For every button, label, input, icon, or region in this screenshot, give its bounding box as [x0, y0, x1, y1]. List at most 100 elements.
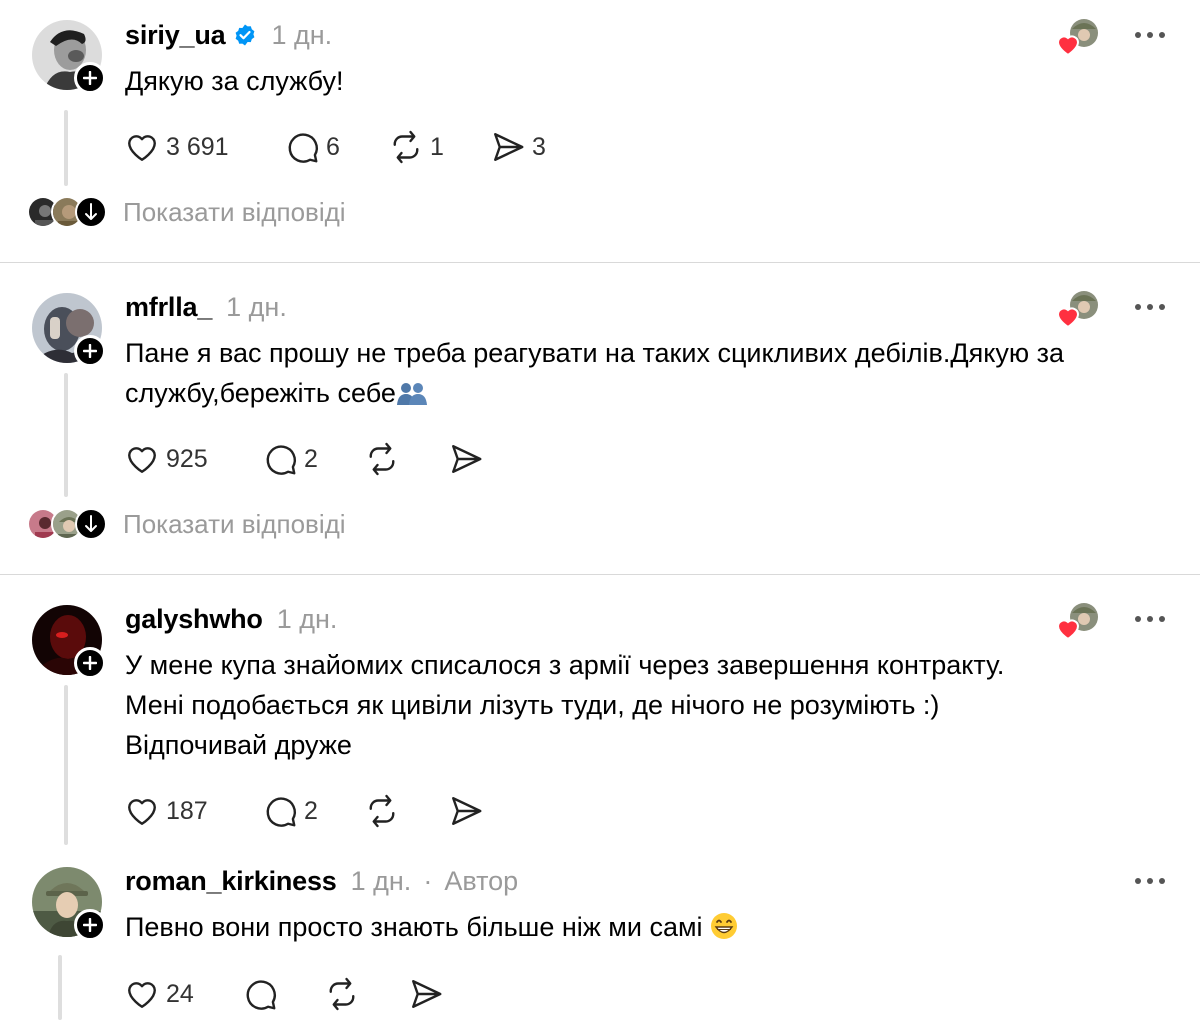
username[interactable]: galyshwho	[125, 604, 263, 635]
share-button[interactable]	[448, 791, 508, 831]
repost-icon	[393, 130, 419, 164]
post-time: 1 дн.	[271, 19, 333, 50]
repost-icon	[369, 442, 395, 476]
share-icon	[412, 980, 442, 1008]
avatar-wrap[interactable]	[32, 867, 106, 941]
post-text-line: Пане я вас прошу не треба реагувати на т…	[125, 338, 1065, 368]
thread-line	[64, 685, 68, 845]
like-count: 3 691	[166, 132, 229, 161]
share-button[interactable]	[448, 439, 508, 479]
repost-button[interactable]: 1	[388, 127, 490, 167]
follow-plus-icon	[83, 918, 97, 932]
post-actions: 24	[124, 974, 468, 1014]
follow-button[interactable]	[74, 62, 106, 94]
comment-icon	[246, 980, 276, 1010]
like-count: 24	[166, 979, 194, 1008]
like-button[interactable]: 187	[124, 791, 262, 831]
post-siriy-ua: siriy_ua 1 дн. Дякую за службу! 3 691 6 …	[0, 0, 1200, 262]
avatar-wrap[interactable]	[32, 605, 106, 679]
post-text: Дякую за службу!	[125, 66, 344, 96]
heart-icon	[128, 799, 156, 825]
post-time: 1 дн.	[276, 603, 338, 634]
show-replies-row[interactable]: Показати відповіді	[27, 195, 346, 229]
heart-icon	[128, 447, 156, 473]
show-replies-link[interactable]: Показати відповіді	[123, 197, 346, 228]
username[interactable]: roman_kirkiness	[125, 866, 337, 897]
liked-by-author	[1052, 289, 1100, 329]
comment-button[interactable]: 6	[284, 127, 388, 167]
liked-by-author	[1052, 601, 1100, 641]
comment-count: 2	[304, 796, 318, 825]
comment-button[interactable]: 2	[262, 439, 364, 479]
post-actions: 187 2	[124, 791, 508, 831]
repost-button[interactable]	[364, 791, 448, 831]
post-text: У мене купа знайомих списалося з армії ч…	[125, 645, 1175, 765]
share-button[interactable]	[408, 974, 468, 1014]
thread-line	[64, 373, 68, 497]
show-replies-row[interactable]: Показати відповіді	[27, 507, 346, 541]
comment-icon	[266, 797, 296, 827]
follow-plus-icon	[83, 71, 97, 85]
people-emoji-icon	[396, 383, 427, 405]
post-text: Певно вони просто знають більше ніж ми с…	[125, 907, 1175, 947]
follow-plus-icon	[83, 344, 97, 358]
author-avatar	[1056, 291, 1098, 329]
comment-button[interactable]	[242, 974, 324, 1014]
comment-count: 6	[326, 132, 340, 161]
comment-count: 2	[304, 444, 318, 473]
heart-icon	[128, 982, 156, 1008]
repost-button[interactable]	[364, 439, 448, 479]
like-count: 187	[166, 796, 208, 825]
post-text-line: У мене купа знайомих списалося з армії ч…	[125, 650, 1005, 680]
expand-replies-icon	[75, 196, 107, 228]
more-icon[interactable]	[1132, 25, 1168, 45]
post-text-line: Відпочивай друже	[125, 730, 352, 760]
post-text-content: Певно вони просто знають більше ніж ми с…	[125, 912, 703, 942]
avatar-wrap[interactable]	[32, 20, 106, 94]
share-icon	[452, 797, 482, 825]
post-actions: 3 691 6 1 3	[124, 127, 570, 167]
repost-icon	[369, 794, 395, 828]
post-galyshwho: galyshwho 1 дн. У мене купа знайомих спи…	[0, 575, 1200, 845]
share-button[interactable]: 3	[490, 127, 570, 167]
author-avatar	[1056, 603, 1098, 641]
post-time: 1 дн.	[226, 291, 287, 322]
author-label: Автор	[444, 865, 519, 896]
repost-button[interactable]	[324, 974, 408, 1014]
post-actions: 925 2	[124, 439, 508, 479]
like-button[interactable]: 24	[124, 974, 242, 1014]
repost-count: 1	[430, 132, 444, 161]
post-header: mfrlla_ 1 дн.	[125, 289, 287, 325]
follow-button[interactable]	[74, 909, 106, 941]
follow-button[interactable]	[74, 335, 106, 367]
more-icon[interactable]	[1132, 871, 1168, 891]
username[interactable]: siriy_ua	[125, 20, 226, 51]
post-header: galyshwho 1 дн.	[125, 601, 337, 637]
username[interactable]: mfrlla_	[125, 292, 212, 323]
show-replies-link[interactable]: Показати відповіді	[123, 509, 346, 540]
share-icon	[452, 445, 482, 473]
expand-replies-icon	[75, 508, 107, 540]
heart-icon	[128, 135, 156, 161]
follow-plus-icon	[83, 656, 97, 670]
share-count: 3	[532, 132, 546, 161]
like-button[interactable]: 925	[124, 439, 262, 479]
like-button[interactable]: 3 691	[124, 127, 284, 167]
comment-icon	[288, 133, 318, 163]
share-icon	[494, 133, 524, 161]
avatar-wrap[interactable]	[32, 293, 106, 367]
post-header: roman_kirkiness 1 дн. · Автор	[125, 863, 518, 899]
more-icon[interactable]	[1132, 297, 1168, 317]
repost-icon	[329, 977, 355, 1011]
follow-button[interactable]	[74, 647, 106, 679]
grin-emoji-icon	[711, 913, 738, 939]
comment-button[interactable]: 2	[262, 791, 364, 831]
comment-icon	[266, 445, 296, 475]
thread-line	[64, 110, 68, 186]
post-header: siriy_ua 1 дн.	[125, 17, 332, 53]
more-icon[interactable]	[1132, 609, 1168, 629]
post-text-line: Мені подобається як цивіли лізуть туди, …	[125, 690, 940, 720]
post-text: Пане я вас прошу не треба реагувати на т…	[125, 333, 1175, 413]
author-avatar	[1056, 19, 1098, 57]
liked-by-author	[1052, 17, 1100, 57]
